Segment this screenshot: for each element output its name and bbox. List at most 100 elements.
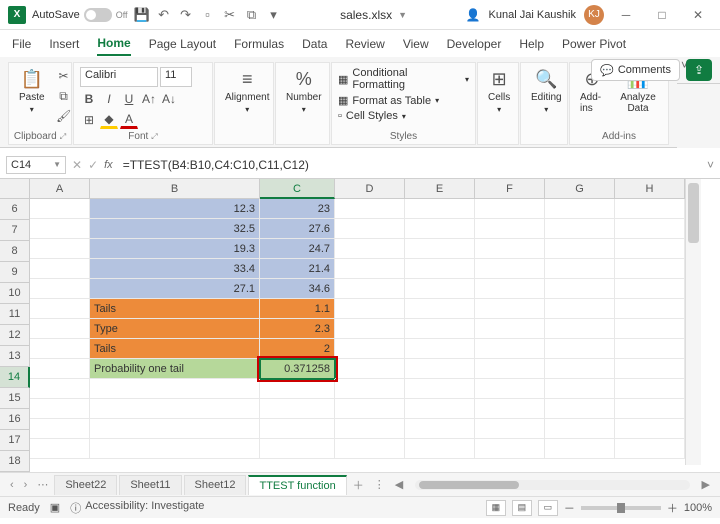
cell-B11[interactable]: Tails	[90, 299, 260, 319]
tab-page-layout[interactable]: Page Layout	[149, 33, 216, 55]
cell-A18[interactable]	[30, 439, 90, 459]
cell-B12[interactable]: Type	[90, 319, 260, 339]
cell-E7[interactable]	[405, 219, 475, 239]
cell-H10[interactable]	[615, 279, 685, 299]
toggle-switch[interactable]	[84, 8, 112, 22]
horizontal-scrollbar[interactable]	[415, 480, 689, 490]
cell-D15[interactable]	[335, 379, 405, 399]
cell-D16[interactable]	[335, 399, 405, 419]
col-header-G[interactable]: G	[545, 179, 615, 199]
sheet-tab-ttest-function[interactable]: TTEST function	[248, 475, 346, 495]
cell-D12[interactable]	[335, 319, 405, 339]
maximize-button[interactable]: □	[648, 5, 676, 25]
cell-A15[interactable]	[30, 379, 90, 399]
cell-H14[interactable]	[615, 359, 685, 379]
cut-icon[interactable]: ✂	[55, 67, 73, 85]
cell-D6[interactable]	[335, 199, 405, 219]
tab-file[interactable]: File	[12, 33, 31, 55]
cell-E16[interactable]	[405, 399, 475, 419]
row-header-14[interactable]: 14	[0, 367, 30, 388]
cell-A11[interactable]	[30, 299, 90, 319]
vertical-scrollbar[interactable]	[685, 179, 701, 465]
cell-D13[interactable]	[335, 339, 405, 359]
alignment-button[interactable]: ≡Alignment▾	[221, 67, 273, 116]
row-header-13[interactable]: 13	[0, 346, 30, 367]
sheet-tab-sheet12[interactable]: Sheet12	[184, 475, 247, 495]
cell-C18[interactable]	[260, 439, 335, 459]
cell-C7[interactable]: 27.6	[260, 219, 335, 239]
cell-F7[interactable]	[475, 219, 545, 239]
cell-F15[interactable]	[475, 379, 545, 399]
cell-G16[interactable]	[545, 399, 615, 419]
cell-G6[interactable]	[545, 199, 615, 219]
dialog-launcher-icon[interactable]: ⤢	[60, 132, 66, 142]
chevron-down-icon[interactable]: ▼	[53, 160, 61, 169]
format-as-table-button[interactable]: ▦Format as Table▾	[338, 94, 469, 107]
copy-icon[interactable]: ⧉	[244, 7, 260, 23]
cell-E14[interactable]	[405, 359, 475, 379]
cell-A13[interactable]	[30, 339, 90, 359]
cell-E11[interactable]	[405, 299, 475, 319]
cell-G8[interactable]	[545, 239, 615, 259]
chevron-down-icon[interactable]: ▾	[30, 105, 34, 114]
bold-button[interactable]: B	[80, 90, 98, 108]
cell-D14[interactable]	[335, 359, 405, 379]
cell-G13[interactable]	[545, 339, 615, 359]
row-header-6[interactable]: 6	[0, 199, 30, 220]
cell-E18[interactable]	[405, 439, 475, 459]
sheet-options-icon[interactable]: ⋮	[370, 478, 389, 491]
cell-H18[interactable]	[615, 439, 685, 459]
cell-B15[interactable]	[90, 379, 260, 399]
cell-D18[interactable]	[335, 439, 405, 459]
row-header-18[interactable]: 18	[0, 451, 30, 472]
cell-B16[interactable]	[90, 399, 260, 419]
cell-C12[interactable]: 2.3	[260, 319, 335, 339]
cell-G15[interactable]	[545, 379, 615, 399]
cell-C14[interactable]: 0.371258	[260, 359, 335, 379]
cell-B10[interactable]: 27.1	[90, 279, 260, 299]
cell-G17[interactable]	[545, 419, 615, 439]
tab-data[interactable]: Data	[302, 33, 327, 55]
cell-B7[interactable]: 32.5	[90, 219, 260, 239]
row-header-9[interactable]: 9	[0, 262, 30, 283]
name-box[interactable]: C14▼	[6, 156, 66, 174]
tab-help[interactable]: Help	[519, 33, 544, 55]
cell-H6[interactable]	[615, 199, 685, 219]
new-sheet-button[interactable]: ＋	[349, 477, 368, 493]
cell-D7[interactable]	[335, 219, 405, 239]
chevron-down-icon[interactable]: ▼	[398, 10, 407, 20]
tab-formulas[interactable]: Formulas	[234, 33, 284, 55]
cell-F6[interactable]	[475, 199, 545, 219]
scroll-left-icon[interactable]: ◀	[391, 478, 407, 491]
minimize-button[interactable]: ─	[612, 5, 640, 25]
cell-F13[interactable]	[475, 339, 545, 359]
macro-record-icon[interactable]: ▣	[50, 501, 60, 514]
save-icon[interactable]: 💾	[134, 7, 150, 23]
row-header-12[interactable]: 12	[0, 325, 30, 346]
cells-button[interactable]: ⊞Cells▾	[484, 67, 514, 116]
cell-B17[interactable]	[90, 419, 260, 439]
cell-C9[interactable]: 21.4	[260, 259, 335, 279]
sheet-nav-next-icon[interactable]: ›	[20, 479, 32, 491]
cell-C16[interactable]	[260, 399, 335, 419]
cell-B6[interactable]: 12.3	[90, 199, 260, 219]
page-layout-view-button[interactable]: ▤	[512, 500, 532, 516]
cell-F9[interactable]	[475, 259, 545, 279]
cell-H15[interactable]	[615, 379, 685, 399]
cell-E10[interactable]	[405, 279, 475, 299]
tab-review[interactable]: Review	[345, 33, 384, 55]
cell-A17[interactable]	[30, 419, 90, 439]
cell-F12[interactable]	[475, 319, 545, 339]
cell-B9[interactable]: 33.4	[90, 259, 260, 279]
cell-G14[interactable]	[545, 359, 615, 379]
col-header-A[interactable]: A	[30, 179, 90, 199]
cell-F18[interactable]	[475, 439, 545, 459]
cell-F14[interactable]	[475, 359, 545, 379]
cell-styles-button[interactable]: ▫Cell Styles▾	[338, 110, 469, 122]
cell-B13[interactable]: Tails	[90, 339, 260, 359]
cell-A10[interactable]	[30, 279, 90, 299]
tab-power-pivot[interactable]: Power Pivot	[562, 33, 626, 55]
tab-home[interactable]: Home	[97, 32, 130, 56]
cell-E17[interactable]	[405, 419, 475, 439]
cell-C6[interactable]: 23	[260, 199, 335, 219]
